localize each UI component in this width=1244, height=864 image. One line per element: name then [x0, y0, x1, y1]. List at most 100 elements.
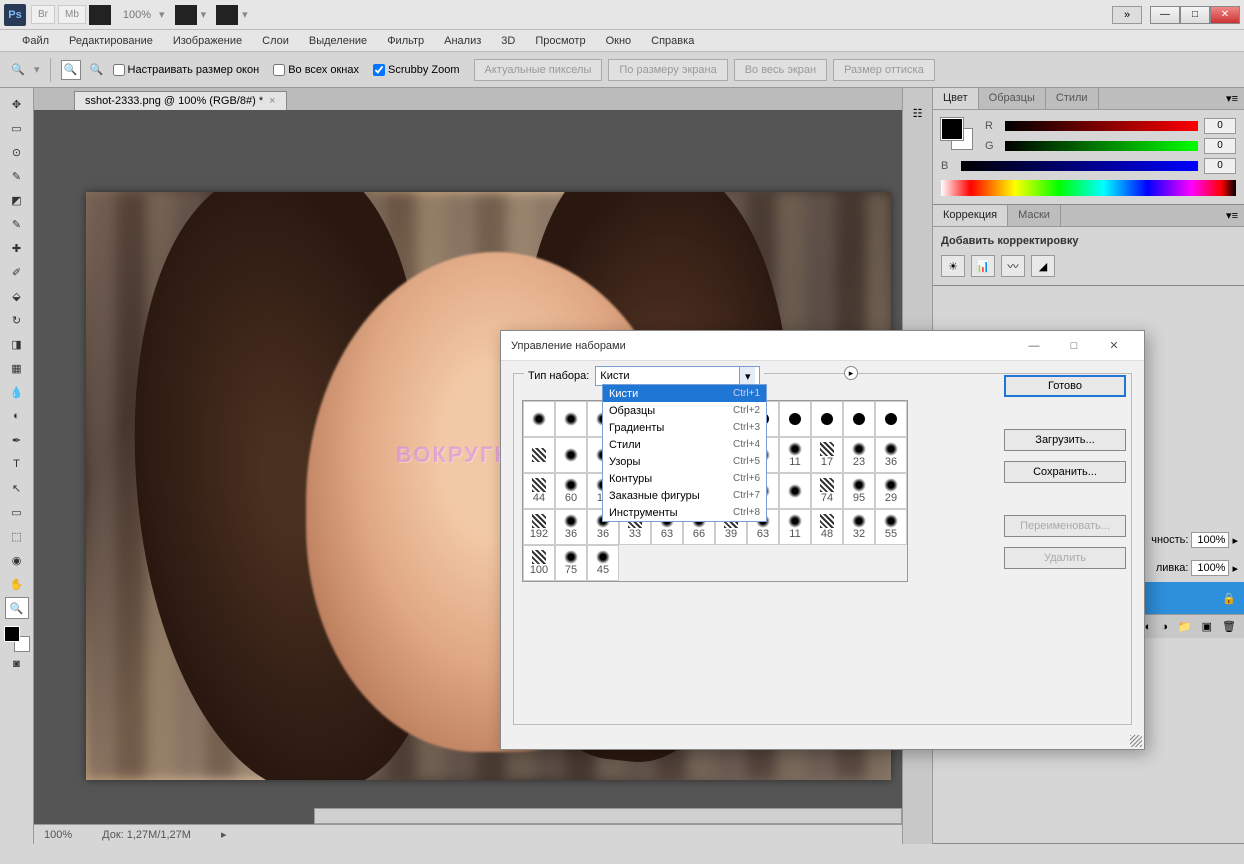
path-select-tool[interactable]: ↖ — [5, 477, 29, 499]
brush-preset-cell[interactable] — [555, 401, 587, 437]
delete-button[interactable]: Удалить — [1004, 547, 1126, 569]
foreground-color[interactable] — [4, 626, 20, 642]
g-value[interactable]: 0 — [1204, 138, 1236, 154]
brush-preset-cell[interactable]: 60 — [555, 473, 587, 509]
chevron-down-icon[interactable]: ▾ — [34, 63, 40, 76]
eyedropper-tool[interactable]: ✎ — [5, 213, 29, 235]
rename-button[interactable]: Переименовать... — [1004, 515, 1126, 537]
window-minimize-button[interactable]: — — [1150, 6, 1180, 24]
hand-tool[interactable]: ✋ — [5, 573, 29, 595]
menu-help[interactable]: Справка — [641, 32, 704, 50]
tab-masks[interactable]: Маски — [1008, 205, 1061, 226]
save-button[interactable]: Сохранить... — [1004, 461, 1126, 483]
brush-preset-cell[interactable] — [523, 401, 555, 437]
fit-screen-button[interactable]: По размеру экрана — [608, 59, 727, 81]
dropdown-item-contours[interactable]: КонтурыCtrl+6 — [603, 470, 766, 487]
new-layer-icon[interactable]: ▣ — [1202, 620, 1212, 633]
brush-preset-cell[interactable] — [523, 437, 555, 473]
r-slider[interactable] — [1005, 121, 1198, 131]
zoom-level[interactable]: 100% — [123, 9, 151, 21]
resize-windows-checkbox[interactable]: Настраивать размер окон — [113, 64, 260, 76]
brush-preset-cell[interactable]: 23 — [843, 437, 875, 473]
status-doc-size[interactable]: Док: 1,27M/1,27M — [102, 829, 191, 841]
status-arrow-icon[interactable]: ▸ — [221, 828, 227, 841]
menu-file[interactable]: Файл — [12, 32, 59, 50]
screen-mode-dropdown[interactable] — [89, 5, 111, 25]
horizontal-scrollbar[interactable] — [314, 808, 902, 824]
brush-preset-cell[interactable] — [779, 401, 811, 437]
mask-icon[interactable]: ◐ — [1145, 621, 1152, 633]
trash-icon[interactable]: 🗑 — [1222, 620, 1236, 633]
brush-tool[interactable]: ✐ — [5, 261, 29, 283]
brush-preset-cell[interactable] — [779, 473, 811, 509]
dialog-maximize-button[interactable]: □ — [1054, 332, 1094, 360]
brush-preset-cell[interactable]: 192 — [523, 509, 555, 545]
menu-view[interactable]: Просмотр — [525, 32, 595, 50]
color-spectrum[interactable] — [941, 180, 1236, 196]
folder-icon[interactable]: 📁 — [1178, 620, 1192, 633]
preset-type-select[interactable]: Кисти ▾ — [595, 366, 760, 386]
brush-preset-cell[interactable]: 45 — [587, 545, 619, 581]
quick-mask-button[interactable]: ◙ — [5, 653, 29, 675]
all-windows-checkbox[interactable]: Во всех окнах — [273, 64, 359, 76]
crop-tool[interactable]: ◩ — [5, 189, 29, 211]
stamp-tool[interactable]: ⬙ — [5, 285, 29, 307]
quick-select-tool[interactable]: ✎ — [5, 165, 29, 187]
chevron-down-icon[interactable]: ▾ — [159, 8, 165, 21]
tab-styles[interactable]: Стили — [1046, 88, 1099, 109]
dodge-tool[interactable]: ◐ — [5, 405, 29, 427]
brush-preset-cell[interactable]: 74 — [811, 473, 843, 509]
arrange-dropdown[interactable] — [175, 5, 197, 25]
dropdown-item-styles[interactable]: СтилиCtrl+4 — [603, 436, 766, 453]
healing-tool[interactable]: ✚ — [5, 237, 29, 259]
scrubby-zoom-checkbox[interactable]: Scrubby Zoom — [373, 64, 460, 76]
menu-edit[interactable]: Редактирование — [59, 32, 163, 50]
opacity-field[interactable]: чность:▸ — [1151, 532, 1238, 548]
dropdown-item-brushes[interactable]: КистиCtrl+1 — [603, 385, 766, 402]
3d-camera-tool[interactable]: ◉ — [5, 549, 29, 571]
dropdown-item-shapes[interactable]: Заказные фигурыCtrl+7 — [603, 487, 766, 504]
chevron-down-icon[interactable]: ▾ — [242, 8, 248, 21]
gradient-tool[interactable]: ▦ — [5, 357, 29, 379]
panel-menu-icon[interactable]: ▾≡ — [1220, 205, 1244, 226]
tab-swatches[interactable]: Образцы — [979, 88, 1046, 109]
bridge-button[interactable]: Br — [31, 5, 55, 24]
curves-icon[interactable]: 〰 — [1001, 255, 1025, 277]
menu-filter[interactable]: Фильтр — [377, 32, 434, 50]
brush-preset-cell[interactable]: 44 — [523, 473, 555, 509]
history-brush-tool[interactable]: ↻ — [5, 309, 29, 331]
tab-color[interactable]: Цвет — [933, 88, 979, 109]
window-close-button[interactable]: ✕ — [1210, 6, 1240, 24]
zoom-tool[interactable]: 🔍 — [5, 597, 29, 619]
load-button[interactable]: Загрузить... — [1004, 429, 1126, 451]
exposure-icon[interactable]: ◢ — [1031, 255, 1055, 277]
zoom-out-icon[interactable]: 🔍 — [87, 60, 107, 80]
brush-preset-cell[interactable]: 11 — [779, 509, 811, 545]
collapse-panels-button[interactable]: » — [1112, 6, 1142, 24]
brush-preset-cell[interactable] — [555, 437, 587, 473]
brush-preset-cell[interactable]: 29 — [875, 473, 907, 509]
brush-preset-cell[interactable] — [875, 401, 907, 437]
brush-preset-cell[interactable]: 11 — [779, 437, 811, 473]
menu-image[interactable]: Изображение — [163, 32, 252, 50]
minibridge-button[interactable]: Mb — [58, 5, 86, 24]
brush-preset-cell[interactable]: 100 — [523, 545, 555, 581]
workspace-dropdown[interactable] — [216, 5, 238, 25]
eraser-tool[interactable]: ◨ — [5, 333, 29, 355]
chevron-down-icon[interactable]: ▾ — [739, 367, 755, 385]
dropdown-item-tools[interactable]: ИнструментыCtrl+8 — [603, 504, 766, 521]
dropdown-item-gradients[interactable]: ГрадиентыCtrl+3 — [603, 419, 766, 436]
menu-layers[interactable]: Слои — [252, 32, 299, 50]
brush-preset-cell[interactable]: 32 — [843, 509, 875, 545]
brush-preset-cell[interactable] — [811, 401, 843, 437]
shape-tool[interactable]: ▭ — [5, 501, 29, 523]
flyout-menu-icon[interactable]: ▸ — [844, 366, 858, 380]
b-value[interactable]: 0 — [1204, 158, 1236, 174]
brightness-icon[interactable]: ☀ — [941, 255, 965, 277]
actual-pixels-button[interactable]: Актуальные пикселы — [474, 59, 603, 81]
dropdown-item-swatches[interactable]: ОбразцыCtrl+2 — [603, 402, 766, 419]
tab-adjustments[interactable]: Коррекция — [933, 205, 1008, 226]
move-tool[interactable]: ✥ — [5, 93, 29, 115]
menu-select[interactable]: Выделение — [299, 32, 377, 50]
dropdown-item-patterns[interactable]: УзорыCtrl+5 — [603, 453, 766, 470]
